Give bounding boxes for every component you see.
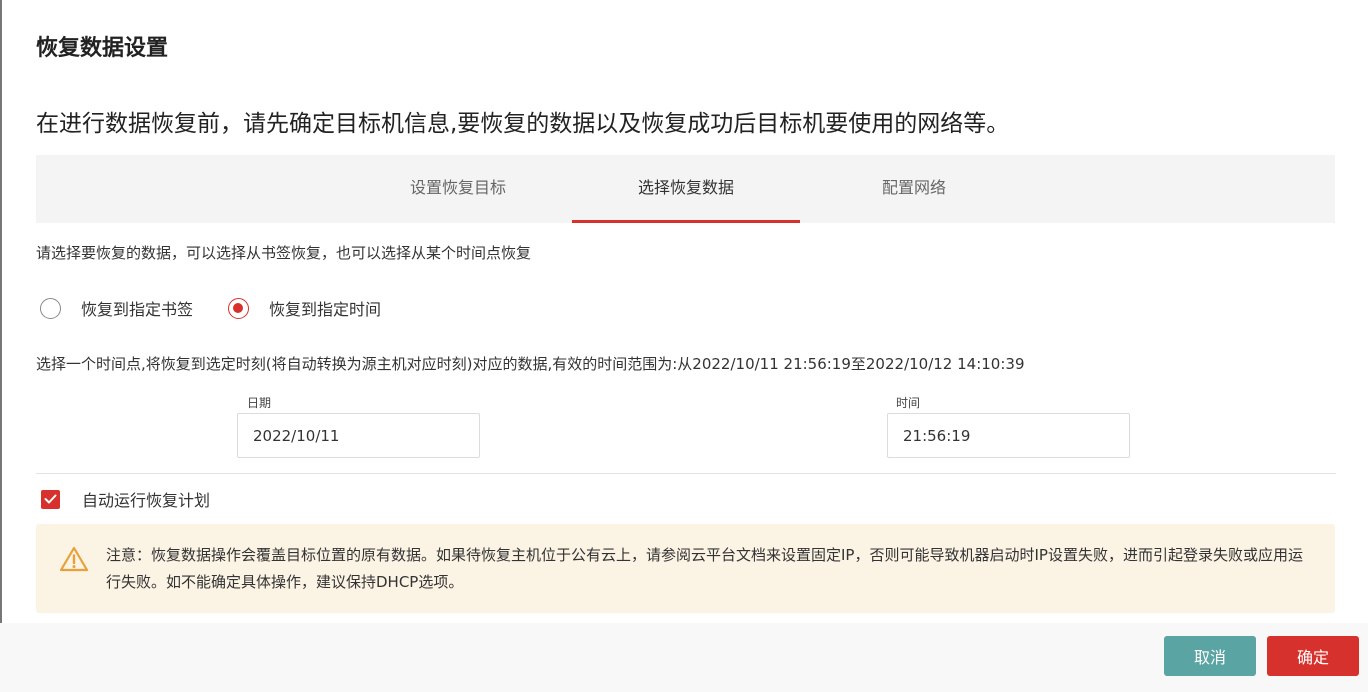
check-icon <box>44 494 57 504</box>
warning-notice: 注意：恢复数据操作会覆盖目标位置的原有数据。如果待恢复主机位于公有云上，请参阅云… <box>36 524 1335 613</box>
dialog-title: 恢复数据设置 <box>36 36 169 61</box>
dialog-footer: 取消 确定 <box>0 623 1368 692</box>
window-border <box>0 0 2 692</box>
cancel-button[interactable]: 取消 <box>1164 636 1256 676</box>
tab-select-restore-data[interactable]: 选择恢复数据 <box>572 155 800 223</box>
date-input[interactable] <box>237 413 480 458</box>
auto-run-option[interactable]: 自动运行恢复计划 <box>41 487 210 511</box>
auto-run-checkbox[interactable] <box>41 489 60 509</box>
time-input[interactable] <box>887 413 1130 458</box>
warning-icon <box>59 546 89 572</box>
radio-option-time[interactable]: 恢复到指定时间 <box>228 296 381 320</box>
time-label: 时间 <box>896 396 921 410</box>
auto-run-label: 自动运行恢复计划 <box>82 491 211 510</box>
radio-option-bookmark[interactable]: 恢复到指定书签 <box>40 296 193 320</box>
divider <box>36 473 1336 474</box>
radio-time[interactable] <box>228 297 249 319</box>
radio-label-time: 恢复到指定时间 <box>269 300 382 319</box>
restore-hint: 请选择要恢复的数据，可以选择从书签恢复，也可以选择从某个时间点恢复 <box>36 244 532 262</box>
time-range-text: 选择一个时间点,将恢复到选定时刻(将自动转换为源主机对应时刻)对应的数据,有效的… <box>36 355 1025 373</box>
date-label: 日期 <box>247 396 272 410</box>
warning-text: 注意：恢复数据操作会覆盖目标位置的原有数据。如果待恢复主机位于公有云上，请参阅云… <box>106 546 1303 591</box>
radio-bookmark[interactable] <box>40 297 61 319</box>
tab-set-restore-target[interactable]: 设置恢复目标 <box>376 155 540 223</box>
radio-label-bookmark: 恢复到指定书签 <box>81 300 194 319</box>
intro-text: 在进行数据恢复前，请先确定目标机信息,要恢复的数据以及恢复成功后目标机要使用的网… <box>36 111 1010 137</box>
confirm-button[interactable]: 确定 <box>1267 636 1359 676</box>
step-tabs: 设置恢复目标 选择恢复数据 配置网络 <box>36 155 1335 223</box>
tab-configure-network[interactable]: 配置网络 <box>846 155 982 223</box>
